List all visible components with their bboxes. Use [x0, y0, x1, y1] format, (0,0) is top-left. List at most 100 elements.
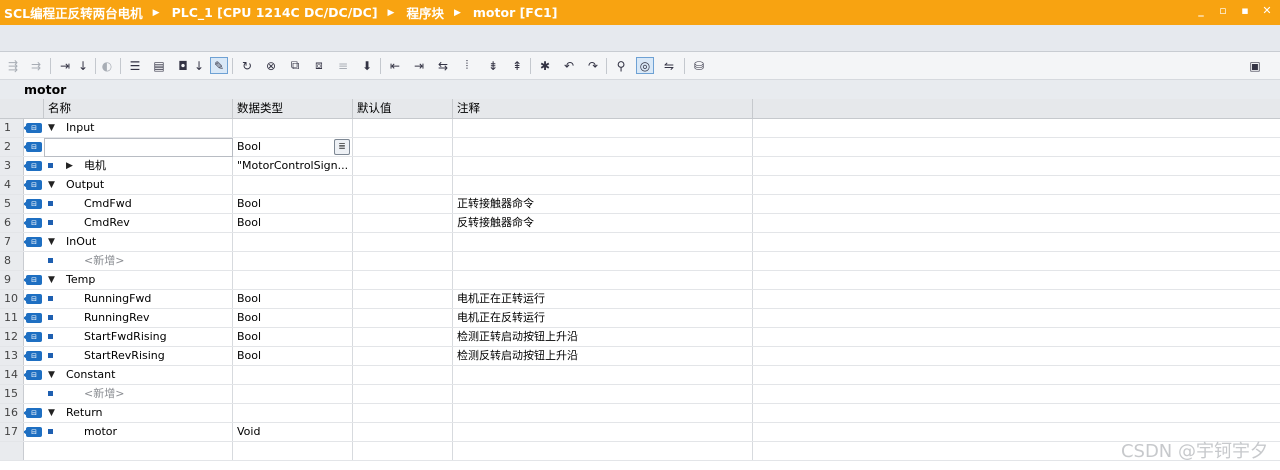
- header-comment[interactable]: 注释: [453, 99, 753, 118]
- type-cell[interactable]: [233, 404, 353, 422]
- table-row[interactable]: 7 ⊟ ▼ InOut: [0, 233, 1280, 252]
- insert-row-icon[interactable]: ⇶: [4, 57, 22, 74]
- comment-cell[interactable]: [453, 157, 753, 175]
- table-row[interactable]: 2⊟E - stop ButtonBool≣: [0, 138, 1280, 157]
- snapshot-arrow-icon[interactable]: ↓: [190, 57, 208, 74]
- table-row[interactable]: 17 ⊟ motor Void: [0, 423, 1280, 442]
- load-snapshot-icon[interactable]: ⧈: [310, 57, 328, 74]
- align-icon[interactable]: ⇆: [434, 57, 452, 74]
- name-cell[interactable]: ▼ Input: [44, 119, 233, 137]
- type-cell[interactable]: "MotorControlSign...: [233, 157, 353, 175]
- table-row[interactable]: 9 ⊟ ▼ Temp: [0, 271, 1280, 290]
- previous-bookmark-icon[interactable]: ↶: [560, 57, 578, 74]
- table-row[interactable]: 15 <新增>: [0, 385, 1280, 404]
- table-row[interactable]: 3 ⊟ ▶ 电机 "MotorControlSign...: [0, 157, 1280, 176]
- comment-cell[interactable]: 电机正在正转运行: [453, 290, 753, 308]
- lines-icon[interactable]: ≡: [334, 57, 352, 74]
- type-cell[interactable]: Bool: [233, 290, 353, 308]
- default-cell[interactable]: [353, 423, 453, 441]
- restore-icon[interactable]: ▫: [1216, 4, 1230, 18]
- table-row[interactable]: 13 ⊟ StartRevRising Bool 检测反转启动按钮上升沿: [0, 347, 1280, 366]
- next-bookmark-icon[interactable]: ↷: [584, 57, 602, 74]
- comment-cell[interactable]: [453, 119, 753, 137]
- clear-icon[interactable]: ⊗: [262, 57, 280, 74]
- copy-snapshot-icon[interactable]: ⧉: [286, 57, 304, 74]
- default-cell[interactable]: [353, 347, 453, 365]
- compare-icon[interactable]: ⇋: [660, 57, 678, 74]
- float-icon[interactable]: ▪: [1238, 4, 1252, 18]
- default-cell[interactable]: [353, 138, 453, 156]
- name-cell[interactable]: <新增>: [44, 252, 233, 270]
- comment-cell[interactable]: 电机正在反转运行: [453, 309, 753, 327]
- type-cell[interactable]: [233, 385, 353, 403]
- type-picker-button[interactable]: ≣: [334, 139, 350, 155]
- name-cell[interactable]: StartFwdRising: [44, 328, 233, 346]
- type-cell[interactable]: Bool: [233, 195, 353, 213]
- name-cell[interactable]: ▶ 电机: [44, 157, 233, 175]
- type-cell[interactable]: [233, 271, 353, 289]
- sort-desc-icon[interactable]: ⇞: [508, 57, 526, 74]
- go-icon[interactable]: ⬇: [358, 57, 376, 74]
- monitoring-icon[interactable]: ⚲: [612, 57, 630, 74]
- table-row[interactable]: 4 ⊟ ▼ Output: [0, 176, 1280, 195]
- indent-icon[interactable]: ⇤: [386, 57, 404, 74]
- default-cell[interactable]: [353, 404, 453, 422]
- table-row[interactable]: 14 ⊟ ▼ Constant: [0, 366, 1280, 385]
- type-cell[interactable]: [233, 366, 353, 384]
- database-icon[interactable]: ⛁: [690, 57, 708, 74]
- table-row[interactable]: 10 ⊟ RunningFwd Bool 电机正在正转运行: [0, 290, 1280, 309]
- download-arrow-icon[interactable]: ↓: [74, 57, 92, 74]
- edit-icon[interactable]: ✎: [210, 57, 228, 74]
- breadcrumb-program-blocks[interactable]: 程序块: [402, 3, 444, 22]
- default-cell[interactable]: [353, 233, 453, 251]
- default-cell[interactable]: [353, 157, 453, 175]
- name-cell[interactable]: ▼ InOut: [44, 233, 233, 251]
- comment-cell[interactable]: 检测正转启动按钮上升沿: [453, 328, 753, 346]
- collapse-icon[interactable]: ▼: [48, 176, 55, 194]
- type-cell[interactable]: [233, 233, 353, 251]
- name-cell[interactable]: RunningRev: [44, 309, 233, 327]
- comment-cell[interactable]: 正转接触器命令: [453, 195, 753, 213]
- name-edit-box[interactable]: [44, 138, 233, 157]
- name-cell[interactable]: RunningFwd: [44, 290, 233, 308]
- table-row[interactable]: 5 ⊟ CmdFwd Bool 正转接触器命令: [0, 195, 1280, 214]
- name-cell[interactable]: motor: [44, 423, 233, 441]
- comment-cell[interactable]: [453, 233, 753, 251]
- table-row[interactable]: 11 ⊟ RunningRev Bool 电机正在反转运行: [0, 309, 1280, 328]
- header-default[interactable]: 默认值: [353, 99, 453, 118]
- breadcrumb-block[interactable]: motor [FC1]: [469, 5, 558, 20]
- default-cell[interactable]: [353, 290, 453, 308]
- default-cell[interactable]: [353, 271, 453, 289]
- collapse-icon[interactable]: ▼: [48, 404, 55, 422]
- name-cell[interactable]: ▼ Output: [44, 176, 233, 194]
- default-cell[interactable]: [353, 176, 453, 194]
- header-name[interactable]: 名称: [44, 99, 233, 118]
- default-cell[interactable]: [353, 252, 453, 270]
- default-cell[interactable]: [353, 119, 453, 137]
- outdent-icon[interactable]: ⇥: [410, 57, 428, 74]
- expand-icon[interactable]: ▶: [66, 157, 73, 175]
- default-cell[interactable]: [353, 366, 453, 384]
- default-cell[interactable]: [353, 328, 453, 346]
- comment-cell[interactable]: [453, 423, 753, 441]
- name-cell[interactable]: CmdRev: [44, 214, 233, 232]
- table-row[interactable]: 12 ⊟ StartFwdRising Bool 检测正转启动按钮上升沿: [0, 328, 1280, 347]
- breadcrumb-plc[interactable]: PLC_1 [CPU 1214C DC/DC/DC]: [168, 5, 378, 20]
- remove-breakpoint-icon[interactable]: ↻: [238, 57, 256, 74]
- type-cell[interactable]: Bool: [233, 309, 353, 327]
- comment-cell[interactable]: [453, 385, 753, 403]
- breadcrumb-project[interactable]: SCL编程正反转两台电机: [0, 3, 143, 22]
- comment-cell[interactable]: [453, 138, 753, 156]
- type-cell[interactable]: Bool: [233, 214, 353, 232]
- glasses-icon[interactable]: ◎: [636, 57, 654, 74]
- close-icon[interactable]: ✕: [1260, 4, 1274, 18]
- table-row[interactable]: 8 <新增>: [0, 252, 1280, 271]
- table-row[interactable]: 6 ⊟ CmdRev Bool 反转接触器命令: [0, 214, 1280, 233]
- type-cell[interactable]: Bool: [233, 328, 353, 346]
- name-cell[interactable]: <新增>: [44, 385, 233, 403]
- collapse-icon[interactable]: ▼: [48, 119, 55, 137]
- bookmark-icon[interactable]: ✱: [536, 57, 554, 74]
- name-cell[interactable]: CmdFwd: [44, 195, 233, 213]
- default-cell[interactable]: [353, 385, 453, 403]
- sort-icon[interactable]: ⇟: [484, 57, 502, 74]
